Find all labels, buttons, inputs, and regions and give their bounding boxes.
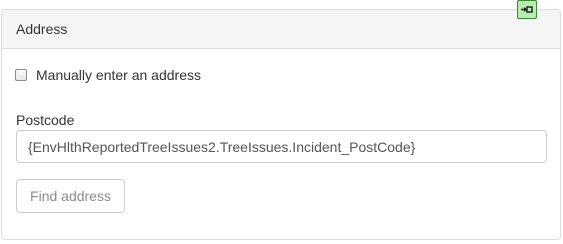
- panel-title: Address: [2, 10, 560, 49]
- plugin-connector-icon[interactable]: [517, 0, 537, 19]
- postcode-label: Postcode: [16, 112, 75, 128]
- postcode-input[interactable]: [16, 130, 547, 163]
- manual-entry-row[interactable]: Manually enter an address: [15, 67, 201, 83]
- manual-entry-label: Manually enter an address: [36, 67, 201, 83]
- find-address-button[interactable]: Find address: [16, 179, 125, 213]
- manual-entry-checkbox[interactable]: [15, 69, 27, 81]
